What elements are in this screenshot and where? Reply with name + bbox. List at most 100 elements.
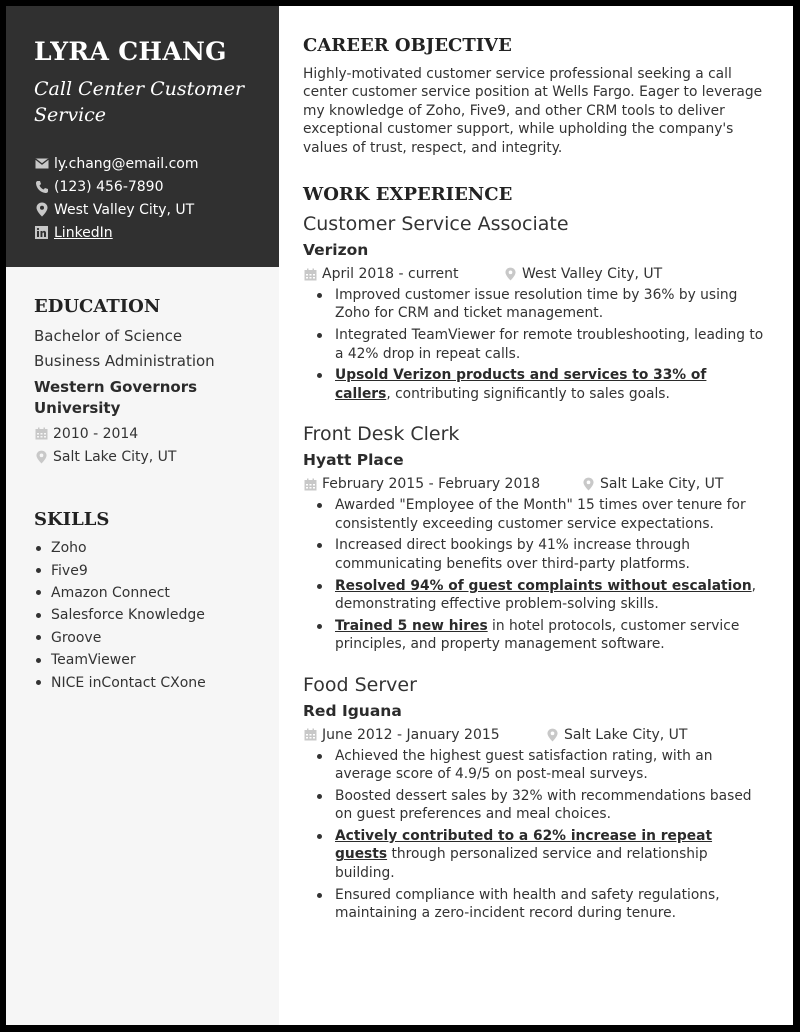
job-bullets: Awarded "Employee of the Month" 15 times… xyxy=(303,496,767,653)
phone-icon xyxy=(34,179,49,194)
job-title: Food Server xyxy=(303,673,417,696)
job-title: Front Desk Clerk xyxy=(303,423,460,446)
job-dates-text: April 2018 - current xyxy=(322,266,459,283)
work-experience-section: WORK EXPERIENCE Customer Service Associa… xyxy=(303,183,767,922)
education-location-text: Salt Lake City, UT xyxy=(53,448,177,465)
job-bullet: Ensured compliance with health and safet… xyxy=(315,886,767,923)
main-column: CAREER OBJECTIVE Highly-motivated custom… xyxy=(279,6,793,1025)
field-of-study: Business Administration xyxy=(34,352,215,370)
company-name: Verizon xyxy=(303,241,369,260)
map-pin-icon xyxy=(34,450,48,464)
contact-linkedin[interactable]: LinkedIn xyxy=(34,221,259,244)
bullet-text: Trained 5 new hires in hotel protocols, … xyxy=(335,617,765,654)
bullet-icon xyxy=(36,590,41,596)
map-pin-icon xyxy=(503,267,517,281)
bullet-text: Actively contributed to a 62% increase i… xyxy=(335,827,765,882)
phone-text: (123) 456-7890 xyxy=(54,178,164,195)
bullet-body: , contributing significantly to sales go… xyxy=(386,385,670,402)
job-location: Salt Lake City, UT xyxy=(581,476,723,492)
bullet-body: Increased direct bookings by 41% increas… xyxy=(335,537,691,572)
job-bullet: Boosted dessert sales by 32% with recomm… xyxy=(315,787,767,824)
job-bullets: Achieved the highest guest satisfaction … xyxy=(303,747,767,923)
bullet-icon xyxy=(317,373,322,379)
job-location: West Valley City, UT xyxy=(503,266,662,282)
job-bullet: Trained 5 new hires in hotel protocols, … xyxy=(315,617,767,654)
job-dates-text: February 2015 - February 2018 xyxy=(322,476,541,493)
bullet-text: Integrated TeamViewer for remote trouble… xyxy=(335,326,765,363)
bullet-icon xyxy=(317,753,322,759)
job-bullet: Upsold Verizon products and services to … xyxy=(315,366,767,403)
job-list: Customer Service Associate Verizon April… xyxy=(303,211,767,922)
bullet-text: Increased direct bookings by 41% increas… xyxy=(335,536,765,573)
candidate-name: LYRA CHANG xyxy=(34,37,227,66)
bullet-icon xyxy=(36,612,41,618)
bullet-icon xyxy=(317,834,322,840)
job-location-text: Salt Lake City, UT xyxy=(564,726,688,743)
job-meta: April 2018 - current West Valley City, U… xyxy=(303,262,767,286)
calendar-icon xyxy=(34,427,48,441)
bullet-text: Achieved the highest guest satisfaction … xyxy=(335,747,765,784)
skill-item: Zoho xyxy=(34,537,259,559)
objective-text: Highly-motivated customer service profes… xyxy=(303,66,763,156)
bullet-body: Integrated TeamViewer for remote trouble… xyxy=(335,327,764,362)
bullet-icon xyxy=(317,583,322,589)
education-section: EDUCATION Bachelor of Science Business A… xyxy=(6,295,279,468)
education-dates: 2010 - 2014 xyxy=(34,422,259,445)
job-bullet: Increased direct bookings by 41% increas… xyxy=(315,536,767,573)
objective-section: CAREER OBJECTIVE Highly-motivated custom… xyxy=(303,34,767,157)
job-meta: February 2015 - February 2018 Salt Lake … xyxy=(303,472,767,496)
degree: Bachelor of Science xyxy=(34,327,183,345)
skills-list: Zoho Five9 Amazon Connect Salesforce Kno… xyxy=(34,537,259,694)
company-name: Red Iguana xyxy=(303,701,402,720)
job-location: Salt Lake City, UT xyxy=(545,727,687,743)
job-location-text: West Valley City, UT xyxy=(522,266,663,283)
sidebar: LYRA CHANG Call Center Customer Service … xyxy=(6,6,279,1025)
email-text: ly.chang@email.com xyxy=(54,155,199,172)
objective-heading: CAREER OBJECTIVE xyxy=(303,35,512,56)
work-heading: WORK EXPERIENCE xyxy=(303,184,513,206)
job-bullet: Resolved 94% of guest complaints without… xyxy=(315,577,767,614)
skill-item: TeamViewer xyxy=(34,649,259,671)
resume-page: LYRA CHANG Call Center Customer Service … xyxy=(6,6,793,1025)
bullet-icon xyxy=(36,635,41,641)
job-bullets: Improved customer issue resolution time … xyxy=(303,286,767,403)
linkedin-link[interactable]: LinkedIn xyxy=(54,225,113,241)
education-heading: EDUCATION xyxy=(34,296,161,317)
header-panel: LYRA CHANG Call Center Customer Service … xyxy=(6,6,279,267)
bullet-body: Ensured compliance with health and safet… xyxy=(335,886,720,922)
bullet-icon xyxy=(317,293,322,299)
job-dates-text: June 2012 - January 2015 xyxy=(322,726,500,743)
bullet-highlight: Resolved 94% of guest complaints without… xyxy=(335,577,752,594)
bullet-highlight: Trained 5 new hires xyxy=(335,617,488,634)
linkedin-icon xyxy=(34,225,49,240)
bullet-icon xyxy=(317,503,322,509)
job-dates: June 2012 - January 2015 xyxy=(303,727,500,743)
job-bullet: Integrated TeamViewer for remote trouble… xyxy=(315,326,767,363)
bullet-icon xyxy=(317,623,322,629)
bullet-icon xyxy=(36,568,41,574)
bullet-icon xyxy=(36,545,41,551)
bullet-icon xyxy=(36,680,41,686)
company-name: Hyatt Place xyxy=(303,451,404,470)
skills-heading: SKILLS xyxy=(34,509,110,530)
calendar-icon xyxy=(303,728,317,742)
bullet-body: through personalized service and relatio… xyxy=(335,846,708,881)
job-location-text: Salt Lake City, UT xyxy=(600,476,724,493)
bullet-icon xyxy=(317,892,322,898)
map-pin-icon xyxy=(581,477,595,491)
contact-email: ly.chang@email.com xyxy=(34,152,259,175)
job-entry: Food Server Red Iguana June 2012 - Janua… xyxy=(303,672,767,923)
job-bullet: Actively contributed to a 62% increase i… xyxy=(315,827,767,882)
contact-phone: (123) 456-7890 xyxy=(34,175,259,198)
job-dates: February 2015 - February 2018 xyxy=(303,476,540,492)
job-meta: June 2012 - January 2015 Salt Lake City,… xyxy=(303,723,767,747)
bullet-body: Achieved the highest guest satisfaction … xyxy=(335,747,713,783)
job-entry: Customer Service Associate Verizon April… xyxy=(303,211,767,403)
envelope-icon xyxy=(34,156,49,171)
education-location: Salt Lake City, UT xyxy=(34,445,259,468)
skill-item: Salesforce Knowledge xyxy=(34,604,259,626)
education-dates-text: 2010 - 2014 xyxy=(53,425,139,442)
calendar-icon xyxy=(303,267,317,281)
bullet-text: Resolved 94% of guest complaints without… xyxy=(335,577,765,614)
bullet-icon xyxy=(36,657,41,663)
